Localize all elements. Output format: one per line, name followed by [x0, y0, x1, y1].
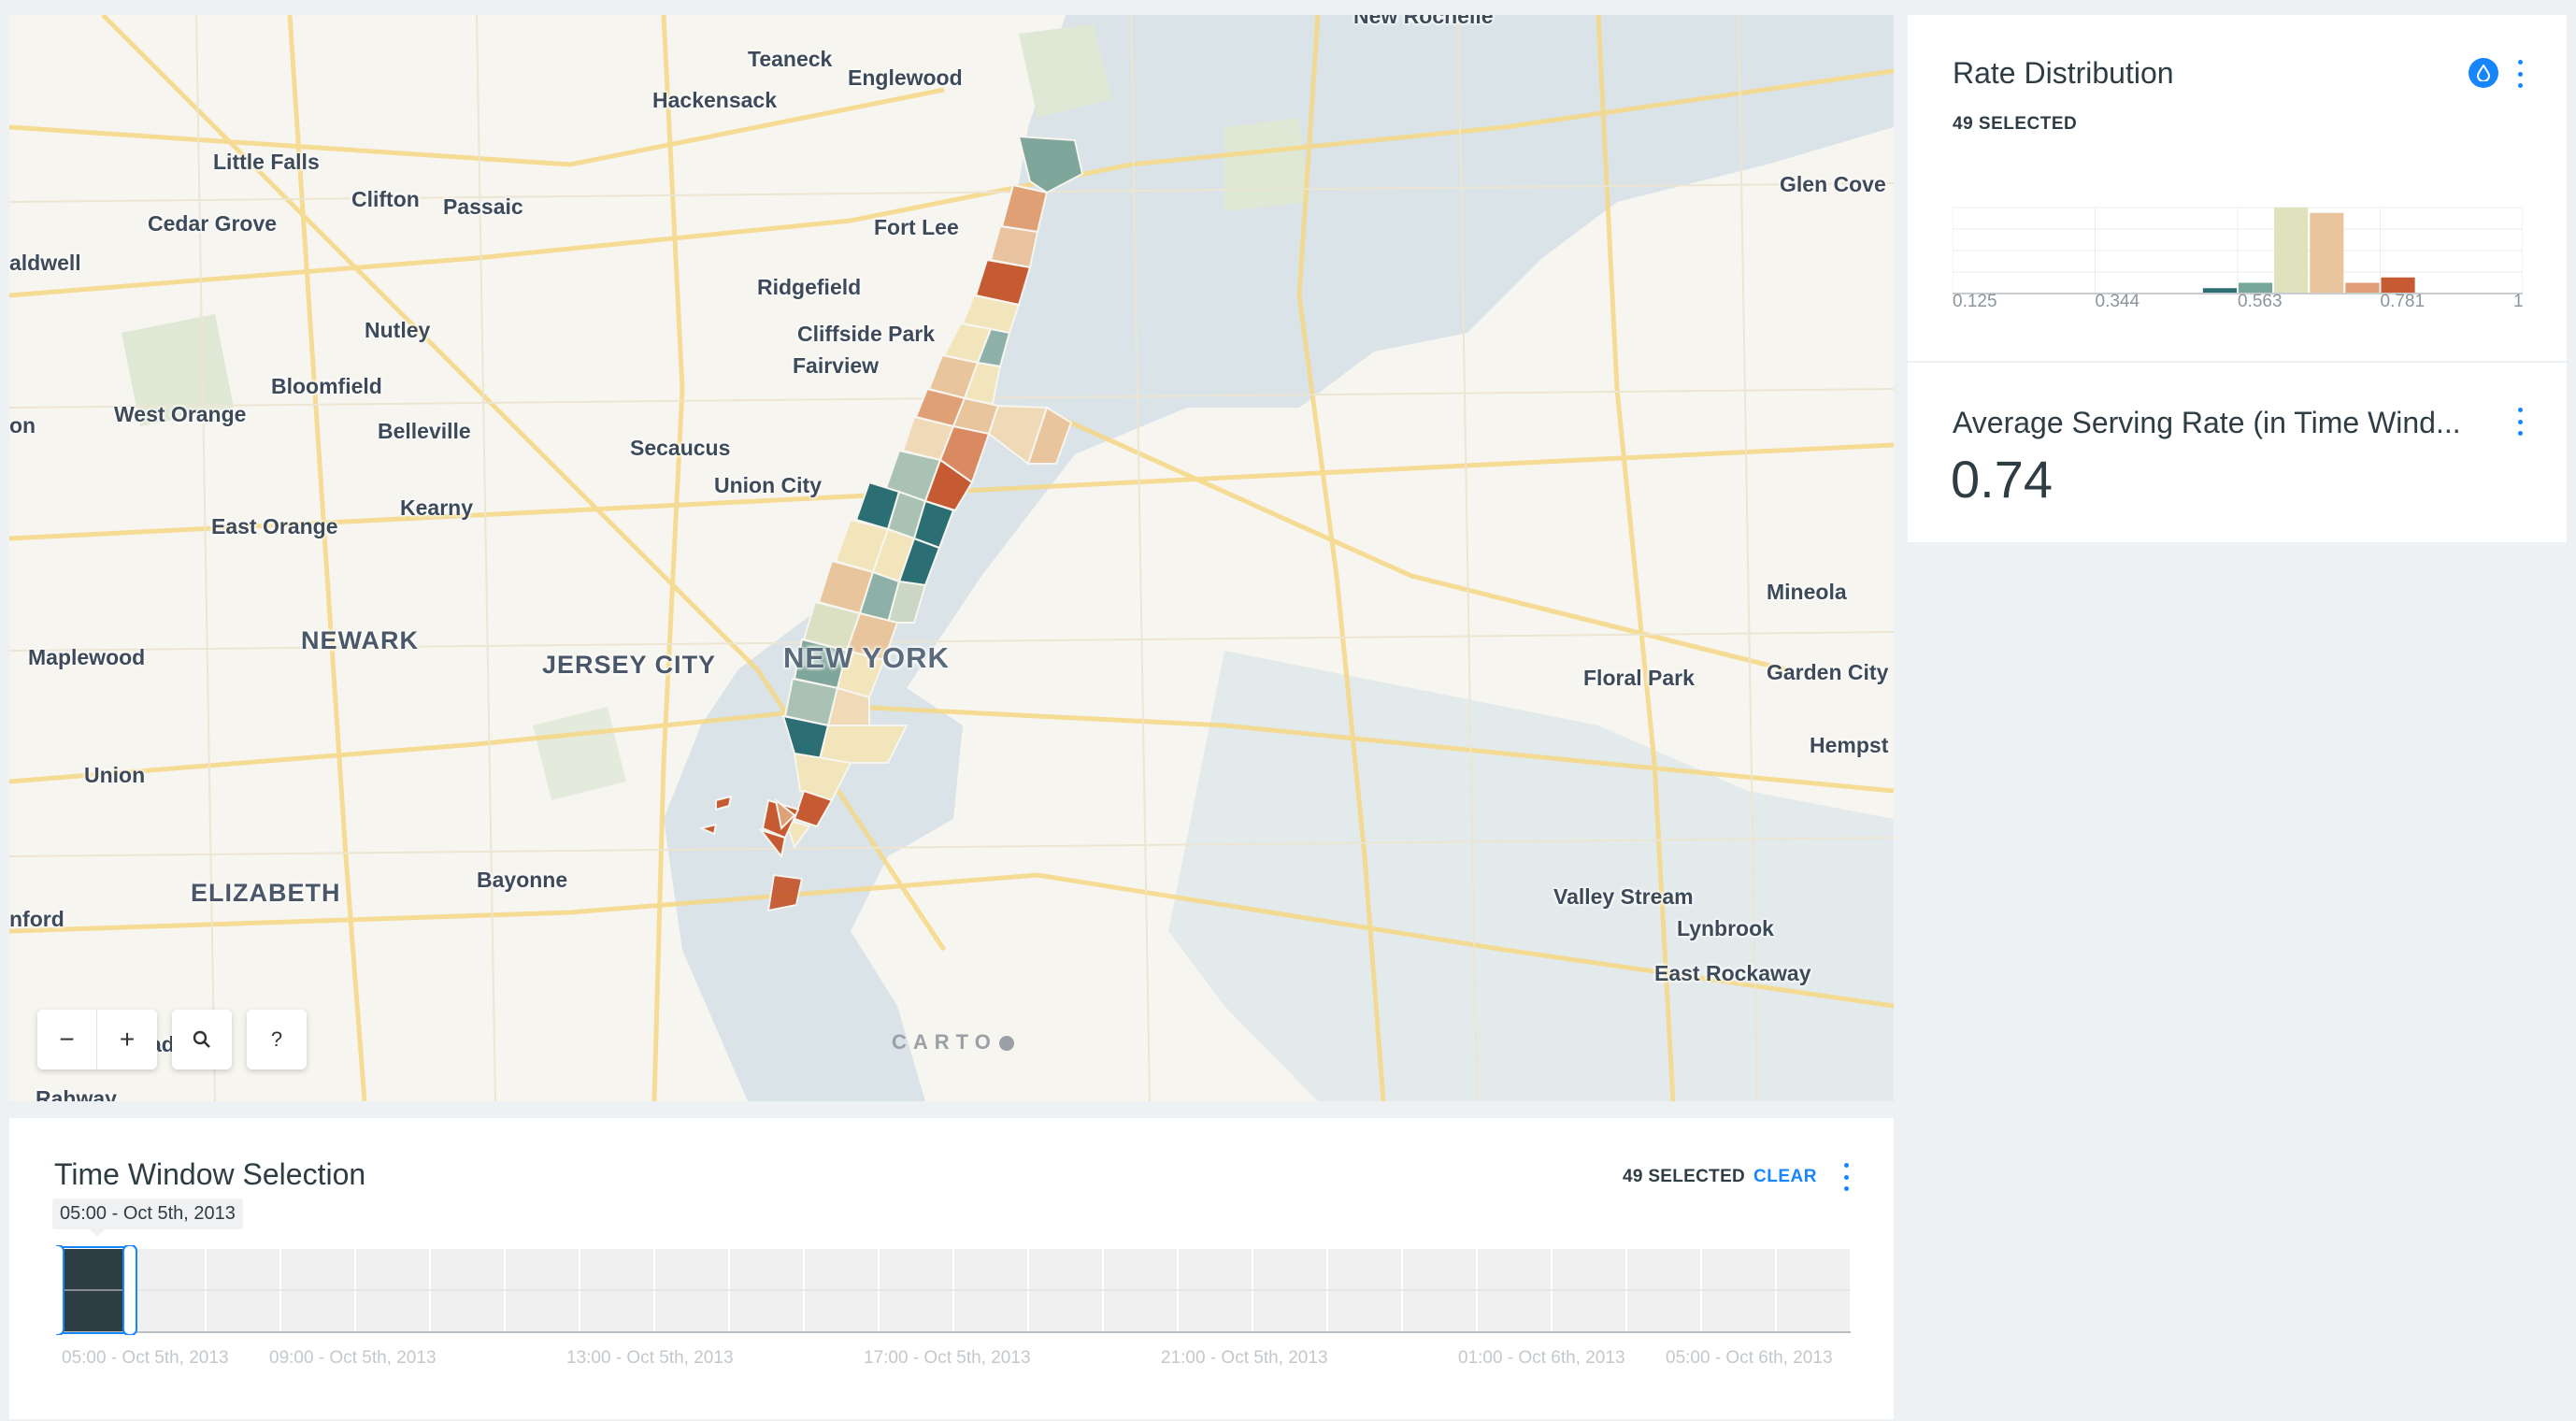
map-label: NEW YORK: [783, 641, 950, 674]
map-label: Union: [84, 763, 146, 787]
more-options-icon[interactable]: [2515, 60, 2525, 88]
map-label: New Rochelle: [1353, 15, 1494, 28]
time-window-widget: Time Window Selection 49 SELECTED CLEAR …: [9, 1118, 1894, 1419]
carto-logo-text: CARTO: [892, 1030, 997, 1054]
map[interactable]: Teaneck Englewood Hackensack Little Falls Cl…: [9, 15, 1894, 1101]
map-label: East Orange: [211, 514, 338, 538]
map-label: Glen Cove: [1780, 172, 1886, 196]
map-label: nford: [9, 907, 64, 931]
map-label: Fairview: [793, 353, 880, 378]
map-label: Kearny: [400, 495, 473, 520]
x-tick-label: 0.344: [2095, 292, 2140, 311]
map-label: Lynbrook: [1677, 916, 1774, 940]
time-axis-label: 21:00 - Oct 5th, 2013: [1161, 1348, 1328, 1368]
zoom-out-button[interactable]: −: [37, 1010, 97, 1069]
selection-tooltip: 05:00 - Oct 5th, 2013: [52, 1199, 243, 1237]
search-control: [172, 1010, 232, 1069]
map-label: Union City: [714, 473, 822, 497]
map-label: Passaic: [443, 194, 523, 219]
widget-title: Average Serving Rate (in Time Wind...: [1953, 406, 2461, 439]
carto-attribution[interactable]: CARTO: [892, 1030, 1014, 1055]
selected-count: 49 SELECTED: [1623, 1167, 1746, 1186]
map-label: Englewood: [848, 65, 963, 90]
map-label: East Rockaway: [1654, 961, 1811, 985]
map-label: Maplewood: [28, 645, 146, 669]
x-tick-label: 0.125: [1953, 292, 1997, 311]
map-label: Floral Park: [1583, 666, 1695, 690]
clear-button[interactable]: CLEAR: [1753, 1167, 1817, 1187]
time-axis-label: 17:00 - Oct 5th, 2013: [864, 1348, 1031, 1368]
histogram[interactable]: [1953, 189, 2523, 297]
map-controls: − + ?: [37, 1010, 307, 1069]
basemap: [9, 15, 1894, 1101]
map-label: Hackensack: [652, 88, 777, 112]
map-label: Fort Lee: [874, 215, 959, 239]
map-label: Little Falls: [213, 150, 320, 174]
x-tick-label: 0.781: [2380, 292, 2426, 311]
help-control: ?: [247, 1010, 307, 1069]
map-label: Bloomfield: [271, 374, 382, 398]
histogram-bar[interactable]: [2345, 282, 2380, 294]
widget-title: Time Window Selection: [54, 1157, 366, 1191]
search-icon: [193, 1030, 210, 1048]
map-label: Ridgefield: [757, 275, 862, 299]
histogram-bar[interactable]: [2310, 212, 2344, 294]
map-label: Nutley: [365, 318, 431, 342]
map-label: Garden City: [1767, 660, 1889, 684]
time-histogram[interactable]: [56, 1245, 1851, 1335]
zoom-control: − +: [37, 1010, 157, 1069]
map-label: West Orange: [114, 402, 247, 426]
brush-handle[interactable]: [122, 1245, 137, 1335]
map-label: Belleville: [378, 419, 471, 443]
map-label: JERSEY CITY: [542, 651, 717, 679]
map-label: Clifton: [351, 187, 420, 211]
x-tick-label: 1: [2513, 292, 2524, 311]
time-axis-label: 05:00 - Oct 5th, 2013: [62, 1348, 229, 1368]
average-value: 0.74: [1951, 450, 2053, 509]
map-label: Secaucus: [630, 436, 731, 460]
brush-handle[interactable]: [56, 1245, 64, 1335]
widget-title: Rate Distribution: [1953, 56, 2174, 90]
histogram-bar[interactable]: [2274, 208, 2309, 294]
map-label: on: [9, 413, 36, 438]
help-button[interactable]: ?: [247, 1010, 307, 1069]
x-tick-label: 0.563: [2238, 292, 2283, 311]
map-label: Bayonne: [477, 868, 568, 892]
carto-logo-dot: [998, 1036, 1014, 1052]
map-label: ELIZABETH: [191, 879, 341, 907]
time-axis-label: 13:00 - Oct 5th, 2013: [566, 1348, 734, 1368]
more-options-icon[interactable]: [1841, 1163, 1851, 1191]
map-label: Cliffside Park: [797, 322, 935, 346]
map-label: Rahway: [36, 1086, 117, 1101]
map-label: Cedar Grove: [148, 211, 278, 236]
map-label: aldwell: [9, 251, 81, 275]
map-label: Hempst: [1810, 733, 1889, 757]
average-serving-rate-widget: Average Serving Rate (in Time Wind... 0.…: [1908, 363, 2567, 542]
time-axis-label: 01:00 - Oct 6th, 2013: [1458, 1348, 1625, 1368]
selected-count: 49 SELECTED: [1953, 114, 2078, 134]
map-label: Mineola: [1767, 580, 1847, 604]
map-label: NEWARK: [301, 626, 419, 654]
rate-distribution-widget: Rate Distribution 49 SELECTED 0.125 0.344…: [1908, 15, 2567, 361]
search-button[interactable]: [172, 1010, 232, 1069]
drop-icon[interactable]: [2469, 58, 2498, 88]
time-axis-label: 09:00 - Oct 5th, 2013: [269, 1348, 436, 1368]
map-label: Teaneck: [748, 47, 833, 71]
zoom-in-button[interactable]: +: [97, 1010, 157, 1069]
more-options-icon[interactable]: [2515, 408, 2525, 436]
time-axis-label: 05:00 - Oct 6th, 2013: [1666, 1348, 1833, 1368]
map-label: Valley Stream: [1553, 884, 1694, 909]
